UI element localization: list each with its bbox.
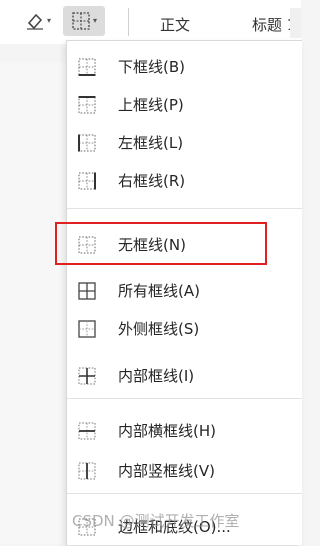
- inside-vertical-border-icon: [78, 462, 96, 480]
- menu-item-label: 下框线(B): [118, 58, 185, 76]
- toolbar-divider: [128, 8, 129, 36]
- style-gallery-edge: [290, 8, 301, 38]
- border-dropdown-button[interactable]: ▾: [63, 6, 105, 36]
- menu-item-outside-borders[interactable]: 外侧框线(S): [67, 310, 302, 348]
- eraser-icon: [26, 13, 43, 30]
- ribbon-toolbar: ▾ ▾ 正文 标题 1: [0, 0, 301, 44]
- menu-item-inside-vertical-border[interactable]: 内部竖框线(V): [67, 452, 302, 490]
- watermark-text: CSDN @测试开发工作室: [72, 512, 240, 530]
- menu-item-label: 内部竖框线(V): [118, 462, 215, 480]
- chevron-down-icon: ▾: [92, 16, 97, 25]
- all-borders-icon: [78, 282, 96, 300]
- menu-item-label: 外侧框线(S): [118, 320, 200, 338]
- menu-item-label: 右框线(R): [118, 172, 186, 190]
- left-border-icon: [78, 134, 96, 152]
- menu-divider: [67, 208, 302, 209]
- outside-borders-icon: [78, 320, 96, 338]
- eraser-button[interactable]: ▾: [18, 6, 58, 36]
- document-area: [0, 62, 66, 544]
- inside-horizontal-border-icon: [78, 422, 96, 440]
- bottom-border-icon: [78, 58, 96, 76]
- menu-item-label: 上框线(P): [118, 96, 184, 114]
- menu-item-top-border[interactable]: 上框线(P): [67, 86, 302, 124]
- top-border-icon: [78, 96, 96, 114]
- menu-item-label: 左框线(L): [118, 134, 184, 152]
- menu-item-bottom-border[interactable]: 下框线(B): [67, 48, 302, 86]
- menu-item-right-border[interactable]: 右框线(R): [67, 162, 302, 200]
- menu-item-label: 内部横框线(H): [118, 422, 216, 440]
- menu-item-inside-borders[interactable]: 内部框线(I): [67, 357, 302, 395]
- highlight-annotation-box: [55, 222, 267, 265]
- chevron-down-icon: ▾: [46, 16, 51, 25]
- menu-divider: [67, 493, 302, 494]
- menu-item-label: 内部框线(I): [118, 367, 195, 385]
- menu-item-all-borders[interactable]: 所有框线(A): [67, 272, 302, 310]
- border-icon: [72, 12, 90, 30]
- menu-item-inside-horizontal-border[interactable]: 内部横框线(H): [67, 412, 302, 450]
- inside-borders-icon: [78, 367, 96, 385]
- menu-item-label: 所有框线(A): [118, 282, 200, 300]
- style-normal[interactable]: 正文: [160, 14, 190, 35]
- right-border-icon: [78, 172, 96, 190]
- menu-item-left-border[interactable]: 左框线(L): [67, 124, 302, 162]
- menu-divider: [67, 398, 302, 399]
- border-menu: 下框线(B) 上框线(P) 左框线(L) 右框线(R) 无框线(N) 所有框线(…: [66, 40, 302, 545]
